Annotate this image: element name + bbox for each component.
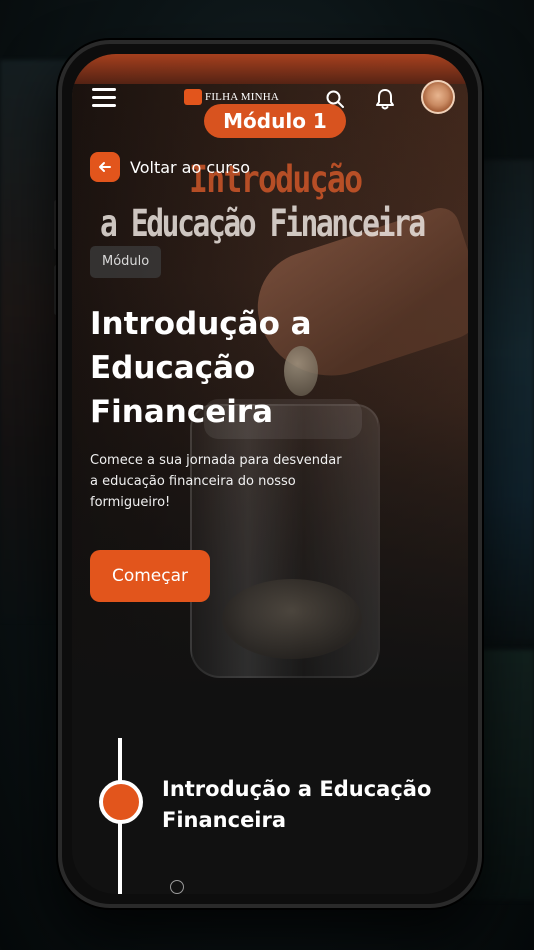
hamburger-menu-icon[interactable] xyxy=(92,88,116,108)
module-description: Comece a sua jornada para desvendar a ed… xyxy=(90,453,342,510)
logo-mark-icon xyxy=(184,89,202,105)
phone-frame: Módulo 1 Introdução a Educação Financeir… xyxy=(58,40,482,908)
phone-screen: Módulo 1 Introdução a Educação Financeir… xyxy=(72,54,468,894)
banner-title-line2: a Educação Financeira xyxy=(100,202,426,245)
timeline-step-dot[interactable] xyxy=(99,780,143,824)
hero-jar-coins xyxy=(222,579,362,659)
start-button[interactable]: Começar xyxy=(90,550,210,602)
module-tag: Módulo xyxy=(90,246,162,278)
banner-module-pill: Módulo 1 xyxy=(204,104,346,138)
logo-text: FILHA MINHA xyxy=(205,91,280,103)
back-to-course-button[interactable]: Voltar ao curso xyxy=(90,152,250,182)
back-label: Voltar ao curso xyxy=(130,157,250,177)
timeline-step-title[interactable]: Introdução a Educação Financeira xyxy=(162,774,468,836)
search-icon[interactable] xyxy=(326,90,344,108)
module-title: Introdução a Educação Financeira xyxy=(90,306,312,430)
bell-icon[interactable] xyxy=(374,88,396,110)
arrow-left-icon xyxy=(90,152,120,182)
brand-logo[interactable]: FILHA MINHA xyxy=(184,89,279,105)
home-indicator xyxy=(170,880,184,894)
user-avatar[interactable] xyxy=(421,80,455,114)
hero-top-band xyxy=(72,54,468,84)
